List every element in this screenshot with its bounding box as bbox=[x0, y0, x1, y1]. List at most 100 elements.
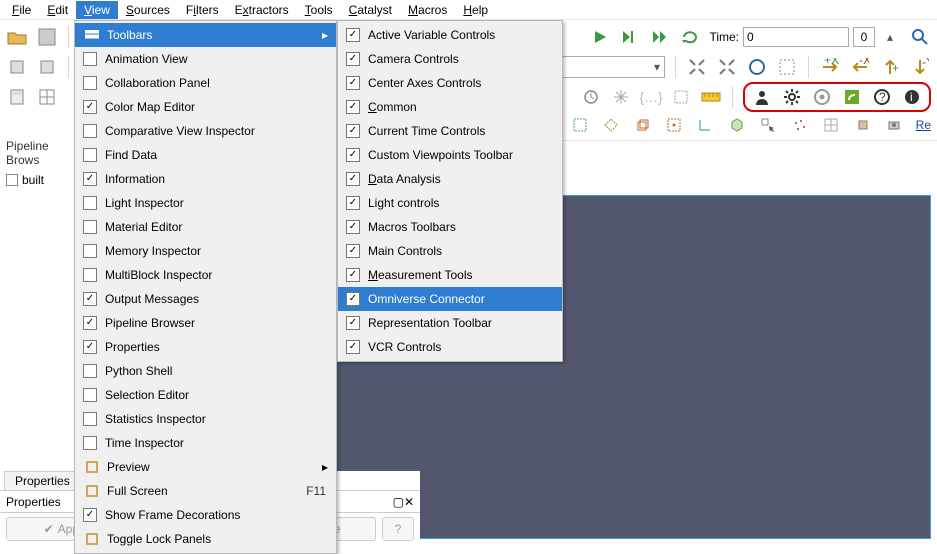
menu-catalyst[interactable]: Catalyst bbox=[341, 1, 400, 19]
mi-light-inspector[interactable]: Light Inspector bbox=[75, 191, 336, 215]
mi-material-editor[interactable]: Material Editor bbox=[75, 215, 336, 239]
menu-edit[interactable]: Edit bbox=[39, 1, 76, 19]
axis-in-icon[interactable] bbox=[686, 56, 708, 78]
smi-main-controls[interactable]: Main Controls bbox=[338, 239, 562, 263]
smi-representation-toolbar[interactable]: Representation Toolbar bbox=[338, 311, 562, 335]
smi-light-controls[interactable]: Light controls bbox=[338, 191, 562, 215]
menu-sources[interactable]: Sources bbox=[118, 1, 178, 19]
help-icon[interactable]: ? bbox=[871, 86, 893, 108]
mi-information[interactable]: Information bbox=[75, 167, 336, 191]
menu-tools[interactable]: Tools bbox=[297, 1, 341, 19]
plus-y-icon[interactable]: +Y bbox=[879, 56, 901, 78]
smi-current-time-controls[interactable]: Current Time Controls bbox=[338, 119, 562, 143]
close-icon[interactable]: ✕ bbox=[404, 495, 414, 509]
time-input[interactable] bbox=[743, 27, 849, 47]
mi-properties[interactable]: Properties bbox=[75, 335, 336, 359]
mi-time-inspector[interactable]: Time Inspector bbox=[75, 431, 336, 455]
checkbox-icon bbox=[346, 196, 360, 210]
globe-icon[interactable] bbox=[746, 56, 768, 78]
frame-spinner[interactable]: 0 bbox=[853, 27, 875, 47]
minus-x-icon[interactable]: -X bbox=[849, 56, 871, 78]
braces-icon[interactable]: {…} bbox=[640, 86, 662, 108]
help-button[interactable]: ? bbox=[382, 517, 414, 541]
ruler-icon[interactable] bbox=[700, 86, 722, 108]
mi-multiblock-inspector[interactable]: MultiBlock Inspector bbox=[75, 263, 336, 287]
smi-omniverse-connector[interactable]: Omniverse Connector bbox=[338, 287, 562, 311]
menu-filters[interactable]: Filters bbox=[178, 1, 227, 19]
checkbox-icon bbox=[346, 28, 360, 42]
zoom-icon[interactable] bbox=[909, 26, 931, 48]
cube1-icon[interactable] bbox=[6, 56, 28, 78]
snowflake-icon[interactable] bbox=[610, 86, 632, 108]
spin-updown-icon[interactable]: ▴ bbox=[879, 26, 901, 48]
smi-macros-toolbars[interactable]: Macros Toolbars bbox=[338, 215, 562, 239]
mi-pipeline-browser[interactable]: Pipeline Browser bbox=[75, 311, 336, 335]
sel-cube-icon[interactable] bbox=[633, 114, 652, 136]
sel-select-icon[interactable] bbox=[759, 114, 778, 136]
nvidia-icon[interactable] bbox=[841, 86, 863, 108]
sel-point-icon[interactable] bbox=[664, 114, 683, 136]
rectselect-icon[interactable] bbox=[670, 86, 692, 108]
sel-camera-icon[interactable] bbox=[884, 114, 903, 136]
mi-color-map-editor[interactable]: Color Map Editor bbox=[75, 95, 336, 119]
info-icon[interactable]: i bbox=[901, 86, 923, 108]
mi-toggle-lock-panels[interactable]: Toggle Lock Panels bbox=[75, 527, 336, 551]
mi-toolbars[interactable]: Toolbars ▸ bbox=[75, 23, 336, 47]
mi-output-messages[interactable]: Output Messages bbox=[75, 287, 336, 311]
save-icon[interactable] bbox=[36, 26, 58, 48]
calculator-icon[interactable] bbox=[6, 86, 28, 108]
sel-axes-icon[interactable] bbox=[696, 114, 715, 136]
skip-end-icon[interactable] bbox=[649, 26, 671, 48]
menu-file[interactable]: File bbox=[4, 1, 39, 19]
smi-common[interactable]: Common bbox=[338, 95, 562, 119]
mi-preview[interactable]: Preview▸ bbox=[75, 455, 336, 479]
sel-grid-icon[interactable] bbox=[821, 114, 840, 136]
properties-tab[interactable]: Properties bbox=[4, 471, 81, 490]
plus-x-icon[interactable]: +X bbox=[819, 56, 841, 78]
mi-memory-inspector[interactable]: Memory Inspector bbox=[75, 239, 336, 263]
sel-poly-icon[interactable] bbox=[601, 114, 620, 136]
sel-face-icon[interactable] bbox=[727, 114, 746, 136]
sel-misc1-icon[interactable] bbox=[853, 114, 872, 136]
play-icon[interactable] bbox=[589, 26, 611, 48]
smi-data-analysis[interactable]: Data Analysis bbox=[338, 167, 562, 191]
grid-icon[interactable] bbox=[36, 86, 58, 108]
menu-extractors[interactable]: Extractors bbox=[227, 1, 297, 19]
cube2-icon[interactable] bbox=[36, 56, 58, 78]
smi-camera-controls[interactable]: Camera Controls bbox=[338, 47, 562, 71]
sel-rect-icon[interactable] bbox=[570, 114, 589, 136]
person-icon[interactable] bbox=[751, 86, 773, 108]
smi-custom-viewpoints-toolbar[interactable]: Custom Viewpoints Toolbar bbox=[338, 143, 562, 167]
render-view-link[interactable]: Re bbox=[916, 118, 931, 132]
menu-help[interactable]: Help bbox=[455, 1, 496, 19]
fullscreen-icon bbox=[83, 482, 101, 500]
menu-macros[interactable]: Macros bbox=[400, 1, 455, 19]
checkbox-icon bbox=[346, 52, 360, 66]
mi-find-data[interactable]: Find Data bbox=[75, 143, 336, 167]
mi-statistics-inspector[interactable]: Statistics Inspector bbox=[75, 407, 336, 431]
smi-measurement-tools[interactable]: Measurement Tools bbox=[338, 263, 562, 287]
sel-scatter-icon[interactable] bbox=[790, 114, 809, 136]
mi-python-shell[interactable]: Python Shell bbox=[75, 359, 336, 383]
mi-collaboration-panel[interactable]: Collaboration Panel bbox=[75, 71, 336, 95]
loop-icon[interactable] bbox=[679, 26, 701, 48]
clock-icon[interactable] bbox=[580, 86, 602, 108]
menu-view[interactable]: View bbox=[76, 1, 118, 19]
open-icon[interactable] bbox=[6, 26, 28, 48]
smi-center-axes-controls[interactable]: Center Axes Controls bbox=[338, 71, 562, 95]
pipeline-root[interactable]: built bbox=[0, 171, 77, 189]
mi-animation-view[interactable]: Animation View bbox=[75, 47, 336, 71]
minus-y-icon[interactable]: -Y bbox=[909, 56, 931, 78]
bounds-icon[interactable] bbox=[776, 56, 798, 78]
smi-vcr-controls[interactable]: VCR Controls bbox=[338, 335, 562, 359]
restore-icon[interactable]: ▢ bbox=[393, 495, 404, 509]
gear-icon[interactable] bbox=[781, 86, 803, 108]
axis-out-icon[interactable] bbox=[716, 56, 738, 78]
mi-comparative-view-inspector[interactable]: Comparative View Inspector bbox=[75, 119, 336, 143]
circle-dot-icon[interactable] bbox=[811, 86, 833, 108]
mi-full-screen[interactable]: Full ScreenF11 bbox=[75, 479, 336, 503]
mi-show-frame-decorations[interactable]: Show Frame Decorations bbox=[75, 503, 336, 527]
smi-active-variable-controls[interactable]: Active Variable Controls bbox=[338, 23, 562, 47]
mi-selection-editor[interactable]: Selection Editor bbox=[75, 383, 336, 407]
step-forward-icon[interactable] bbox=[619, 26, 641, 48]
